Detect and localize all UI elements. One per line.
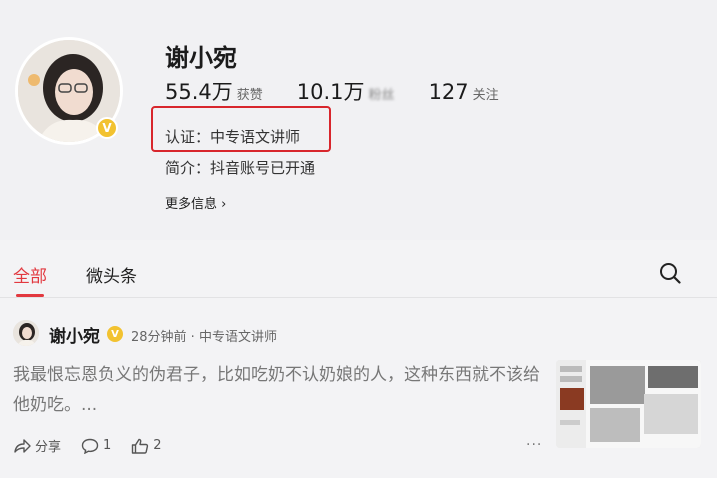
stat-likes[interactable]: 55.4万 获赞 xyxy=(165,76,263,106)
profile-stats: 55.4万 获赞 10.1万 粉丝 127 关注 xyxy=(165,76,533,106)
stat-likes-label: 获赞 xyxy=(236,88,263,103)
thumbs-up-icon xyxy=(132,438,149,454)
share-icon xyxy=(14,438,31,453)
comment-button[interactable]: 1 xyxy=(81,438,111,454)
post-card[interactable]: 谢小宛 V 28分钟前 · 中专语文讲师 我最恨忘恩负义的伪君子，比如吃奶不认奶… xyxy=(0,298,717,478)
post-thumbnail[interactable] xyxy=(556,360,701,448)
intro-text: 简介：抖音账号已开通 xyxy=(165,159,316,177)
stat-following[interactable]: 127 关注 xyxy=(429,80,499,104)
post-author-name[interactable]: 谢小宛 xyxy=(49,322,100,347)
stat-followers-label: 粉丝 xyxy=(368,88,395,103)
stat-followers[interactable]: 10.1万 粉丝 xyxy=(297,76,395,106)
tab-all[interactable]: 全部 xyxy=(13,262,47,287)
stat-following-label: 关注 xyxy=(472,88,499,103)
profile-name: 谢小宛 xyxy=(165,44,237,72)
more-info-label: 更多信息 xyxy=(165,197,218,212)
verified-badge-icon: V xyxy=(96,117,118,139)
like-count: 2 xyxy=(153,438,162,453)
post-meta: 28分钟前 · 中专语文讲师 xyxy=(131,330,277,345)
post-author-avatar[interactable] xyxy=(13,320,39,346)
post-actions: 分享 1 2 xyxy=(13,436,182,455)
comment-icon xyxy=(81,438,99,454)
share-label: 分享 xyxy=(35,440,62,455)
certification-text: 认证：中专语文讲师 xyxy=(165,128,301,146)
more-info-link[interactable]: 更多信息 › xyxy=(165,193,226,212)
content-tabs: 全部 微头条 xyxy=(0,250,717,297)
share-button[interactable]: 分享 xyxy=(13,436,61,455)
stat-likes-value: 55.4万 xyxy=(165,80,233,104)
comment-count: 1 xyxy=(103,438,112,453)
stat-following-value: 127 xyxy=(428,80,469,104)
stat-followers-value: 10.1万 xyxy=(296,80,365,104)
tab-micro-headlines[interactable]: 微头条 xyxy=(86,262,137,287)
verified-badge-icon: V xyxy=(107,326,123,342)
post-text[interactable]: 我最恨忘恩负义的伪君子，比如吃奶不认奶娘的人，这种东西就不该给他奶吃。... xyxy=(13,360,548,420)
profile-header: V 谢小宛 55.4万 获赞 10.1万 粉丝 127 关注 认证：中专语文讲师… xyxy=(0,0,717,240)
like-button[interactable]: 2 xyxy=(131,438,162,454)
chevron-right-icon: › xyxy=(221,197,227,212)
more-options-icon[interactable]: ··· xyxy=(526,437,542,453)
search-icon[interactable] xyxy=(659,262,681,288)
